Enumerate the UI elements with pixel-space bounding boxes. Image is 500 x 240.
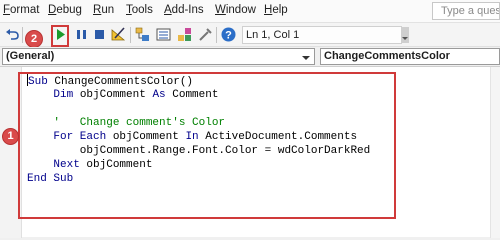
break-icon[interactable] [73,26,90,43]
undo-icon[interactable] [4,26,21,43]
code-editor[interactable]: Sub ChangeCommentsColor() Dim objComment… [0,66,500,238]
menu-debug[interactable]: Debug [48,4,82,16]
toolbar-options-icon[interactable] [401,27,409,43]
run-highlight-frame [51,25,69,47]
standard-toolbar: ? Ln 1, Col 1 [0,23,500,47]
object-dropdown[interactable]: (General) [2,48,315,65]
code-window-header: (General) ChangeCommentsColor [0,47,500,66]
menu-help[interactable]: Help [264,4,288,16]
menu-format[interactable]: Format [3,4,39,16]
toolbar-separator [216,27,217,43]
design-mode-icon[interactable] [110,26,127,43]
code-highlight-frame [18,72,396,219]
menu-bar: Format Debug Run Tools Add-Ins Window He… [0,0,500,23]
toolbox-icon[interactable] [197,26,214,43]
toolbar-separator [22,27,23,43]
procedure-dropdown-value: ChangeCommentsColor [324,50,450,62]
svg-text:?: ? [225,30,232,42]
reset-icon[interactable] [91,26,108,43]
menu-run[interactable]: Run [93,4,114,16]
help-icon[interactable]: ? [220,26,237,43]
step-badge-1: 1 [2,128,19,145]
menu-add-ins[interactable]: Add-Ins [164,4,204,16]
chevron-down-icon [299,51,312,64]
object-browser-icon[interactable] [176,26,193,43]
project-explorer-icon[interactable] [134,26,151,43]
properties-window-icon[interactable] [155,26,172,43]
procedure-dropdown[interactable]: ChangeCommentsColor [320,48,500,65]
menu-window[interactable]: Window [215,4,256,16]
menu-tools[interactable]: Tools [126,4,153,16]
object-dropdown-value: (General) [6,50,55,62]
cursor-position-display: Ln 1, Col 1 [242,26,402,44]
ask-question-input[interactable]: Type a questi [432,2,500,20]
vertical-scrollbar[interactable] [490,67,500,238]
toolbar-separator [130,27,131,43]
step-badge-2: 2 [25,30,43,48]
